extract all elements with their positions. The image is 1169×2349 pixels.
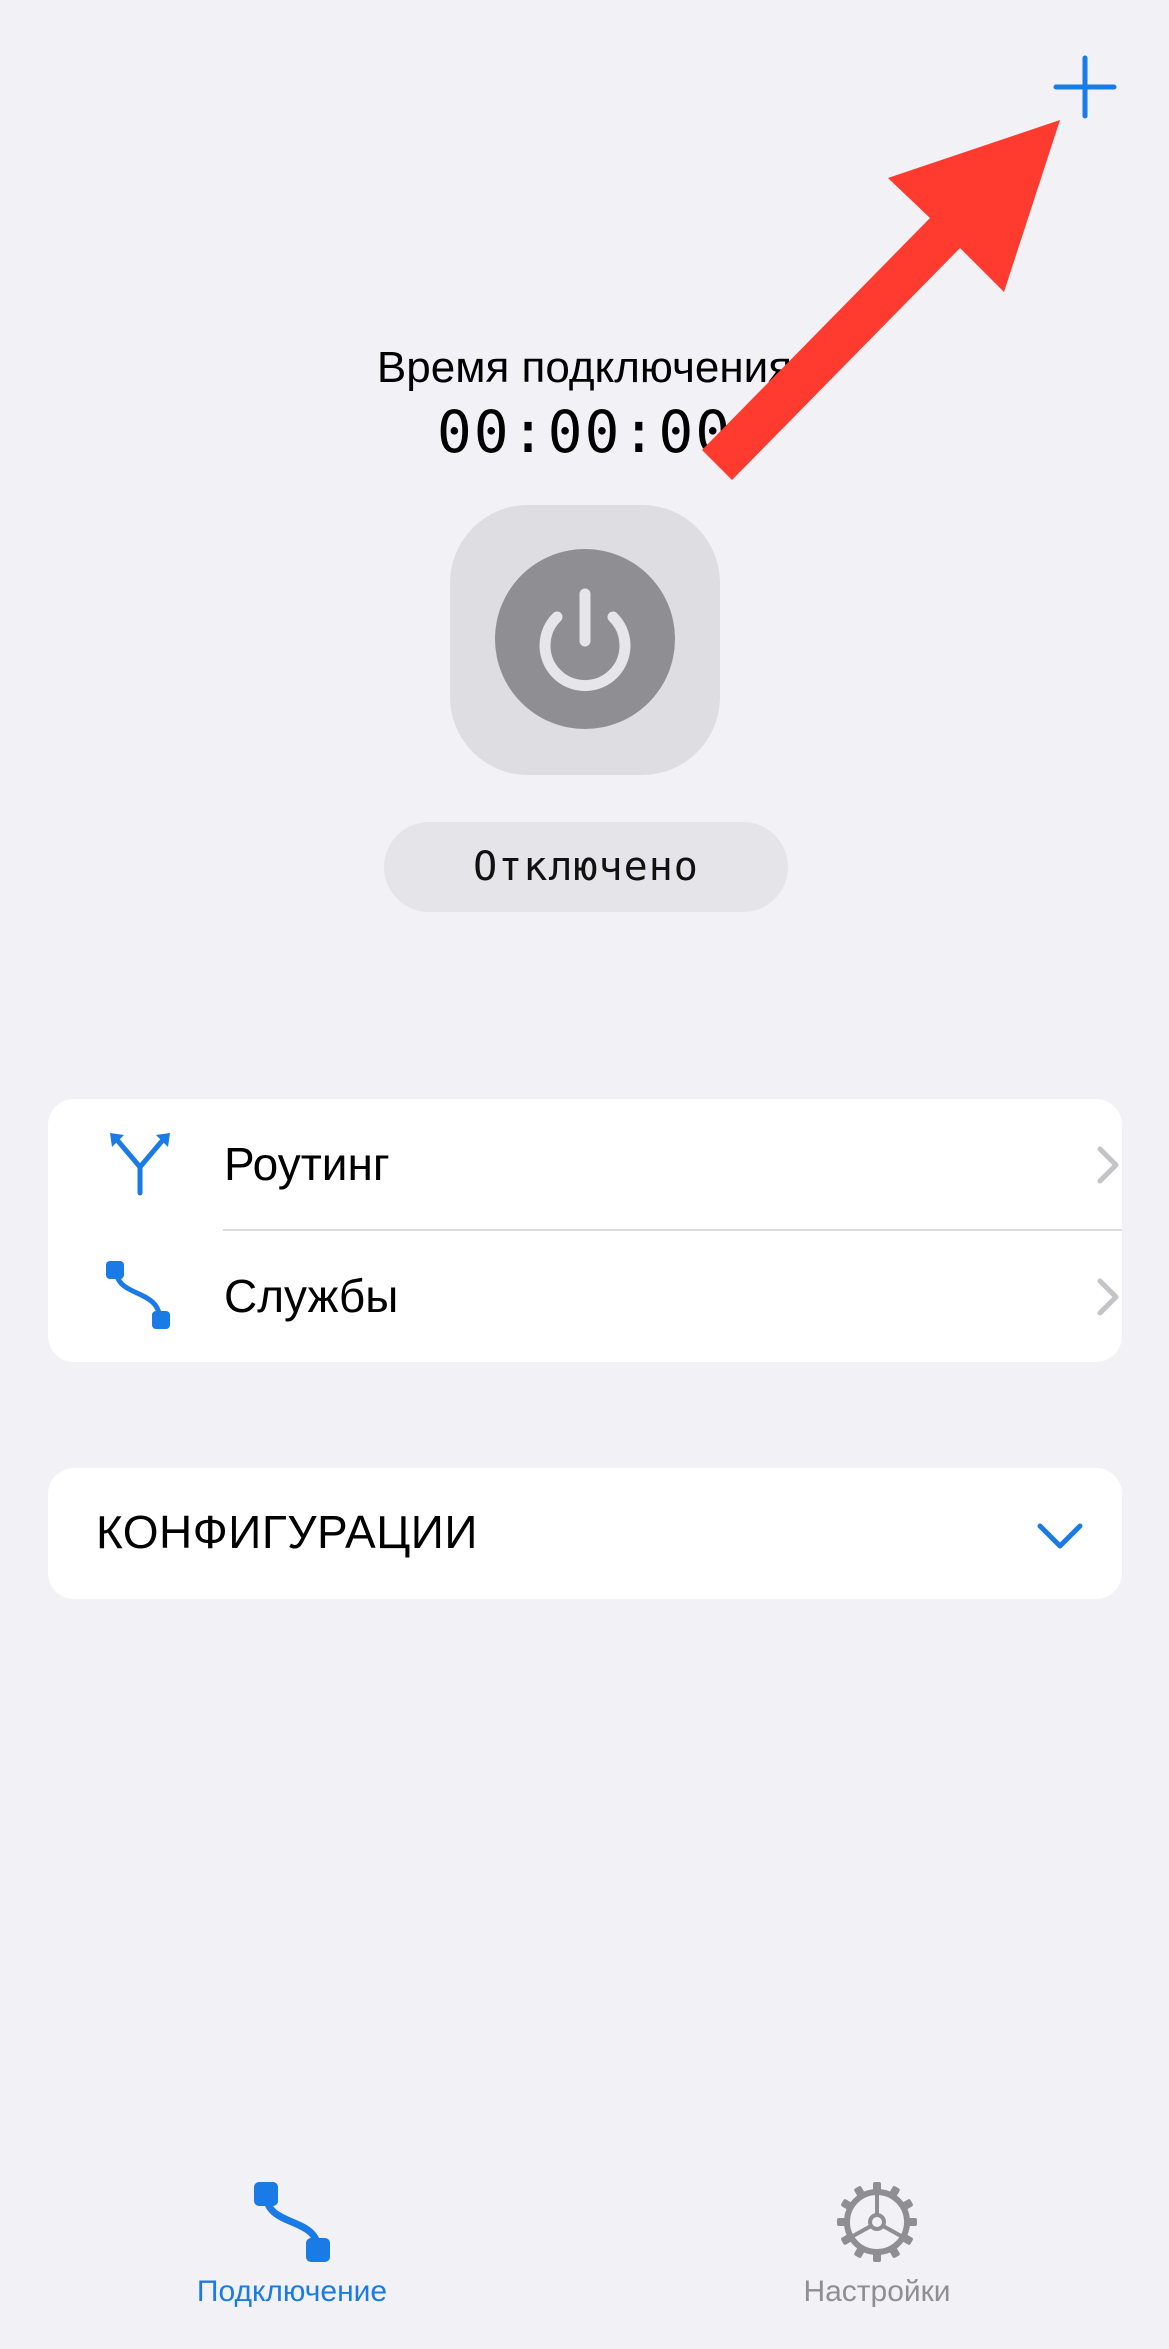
connection-time-value: 00:00:00 (436, 398, 733, 466)
power-button[interactable] (495, 549, 675, 729)
configurations-title: КОНФИГУРАЦИИ (96, 1506, 478, 1558)
configurations-section[interactable]: КОНФИГУРАЦИИ (48, 1468, 1122, 1599)
gear-icon (837, 2182, 917, 2262)
menu-divider (223, 1229, 1122, 1231)
power-icon (539, 588, 631, 692)
connection-status-badge: Отключено (384, 822, 788, 912)
chevron-down-icon[interactable] (1032, 1508, 1088, 1564)
menu-item-label: Службы (224, 1270, 399, 1322)
routing-icon (110, 1133, 170, 1196)
connection-status-text: Отключено (473, 844, 699, 890)
tab-settings[interactable]: Настройки (727, 2168, 1027, 2318)
tab-label: Подключение (196, 2275, 388, 2308)
add-button[interactable] (1050, 52, 1120, 122)
services-icon (106, 1261, 170, 1329)
menu-item-label: Роутинг (224, 1138, 390, 1190)
plus-icon (1053, 55, 1117, 119)
menu-item-routing[interactable]: Роутинг (48, 1099, 1122, 1230)
tab-connection[interactable]: Подключение (142, 2168, 442, 2318)
connection-time-label: Время подключения (376, 343, 793, 392)
chevron-right-icon (1097, 1146, 1119, 1184)
tab-label: Настройки (803, 2275, 951, 2308)
connection-icon (254, 2182, 330, 2262)
menu-item-services[interactable]: Службы (48, 1231, 1122, 1362)
chevron-right-icon (1097, 1278, 1119, 1316)
